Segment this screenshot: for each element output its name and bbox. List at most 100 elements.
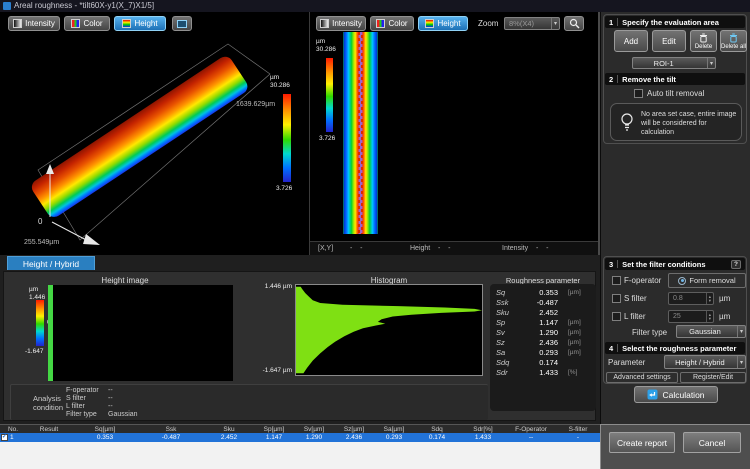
delete-all-button[interactable]: Delete all: [720, 30, 747, 52]
trash-icon: [699, 33, 708, 43]
tab-height-hybrid[interactable]: Height / Hybrid: [7, 256, 95, 270]
display-mode-button[interactable]: [172, 16, 192, 31]
filter-type-select[interactable]: Gaussian ▾: [676, 325, 746, 338]
chevron-down-icon: ▾: [737, 356, 745, 368]
analysis-condition-label: Analysis condition: [33, 394, 63, 412]
auto-tilt-checkbox[interactable]: [634, 89, 643, 98]
magnifier-button[interactable]: [564, 16, 584, 31]
spinner-arrows[interactable]: ▴▾: [706, 311, 713, 322]
viewport-3d: 0 1639.629µm 255.549µm Intensity Color H…: [0, 12, 310, 255]
origin-label: 0: [38, 217, 43, 226]
l-filter-value[interactable]: 25 ▴▾: [668, 310, 714, 323]
height-button[interactable]: Height: [114, 16, 166, 31]
colorbar-2d-labels: µm 30.286: [316, 38, 336, 54]
form-removal-icon: [678, 277, 686, 285]
analysis-panel-body: Height image µm 1.446 0 -1.647 Histogram…: [3, 271, 596, 421]
condition-row: Filter typeGaussian: [66, 411, 138, 419]
3d-scene: 0: [0, 12, 310, 255]
height-colorbar: [36, 300, 44, 346]
auto-tilt-label: Auto tilt removal: [647, 89, 704, 98]
roughness-row: Sv1.290[µm]: [490, 327, 596, 337]
chevron-down-icon: ▾: [707, 58, 715, 68]
l-filter-unit: µm: [719, 312, 730, 321]
intensity-icon: [13, 19, 22, 28]
chevron-down-icon: ▾: [737, 326, 745, 337]
height-colorbar-min: -1.647: [25, 348, 43, 356]
height-button-2d[interactable]: Height: [418, 16, 468, 31]
table-empty-area: [0, 442, 600, 469]
add-button[interactable]: Add: [614, 30, 648, 52]
form-removal-button[interactable]: Form removal: [668, 273, 746, 288]
filter-section: 3 Set the filter conditions ? F-operator…: [603, 256, 747, 384]
roughness-row: Sdq0.174: [490, 357, 596, 367]
color-button-2d[interactable]: Color: [370, 16, 414, 31]
zoom-label: Zoom: [478, 19, 498, 28]
colorbar-3d-min: 3.726: [276, 185, 292, 193]
color-icon: [376, 19, 385, 28]
register-edit-button[interactable]: Register/Edit: [680, 372, 746, 383]
histogram-shape: [296, 285, 482, 375]
roughness-row: Sku2.452: [490, 307, 596, 317]
colorbar-3d-labels: µm 30.286: [270, 74, 290, 90]
colorbar-2d-min: 3.726: [319, 135, 335, 143]
trash-all-icon: [729, 33, 738, 43]
magnifier-icon: [569, 18, 580, 29]
window-title: Areal roughness - *tilt60X-y1(X_7)X1/5]: [14, 0, 154, 12]
height-icon: [425, 19, 434, 28]
delete-button[interactable]: Delete: [690, 30, 717, 52]
s-filter-checkbox[interactable]: [612, 294, 621, 303]
filter-type-label: Filter type: [632, 328, 667, 337]
height-map-image: [343, 32, 378, 234]
3d-rod: [29, 54, 251, 220]
row-no-cell: ✓ 1: [0, 433, 26, 442]
advanced-settings-button[interactable]: Advanced settings: [606, 372, 678, 383]
roughness-row: Ssk-0.487: [490, 297, 596, 307]
section2-header: 2 Remove the tilt: [605, 73, 745, 85]
help-button[interactable]: ?: [731, 260, 741, 269]
table-row[interactable]: ✓ 1 0.353 -0.487 2.452 1.147 1.290 2.436…: [0, 433, 600, 442]
s-filter-unit: µm: [719, 294, 730, 303]
height-icon: [122, 19, 131, 28]
cancel-button[interactable]: Cancel: [683, 432, 741, 453]
info-box: No area set case, entire image will be c…: [610, 103, 742, 141]
section4-header: 4 Select the roughness parameter: [605, 342, 745, 354]
roughness-row: Sz2.436[µm]: [490, 337, 596, 347]
height-map-left-dots: [358, 32, 360, 234]
calculation-icon: [647, 389, 658, 400]
roi-select[interactable]: ROI-1 ▾: [632, 57, 716, 69]
condition-row: L filter--: [66, 403, 113, 411]
lightbulb-icon: [620, 112, 634, 134]
height-status-label: Height: [410, 245, 430, 252]
viewport-2d: Intensity Color Height Zoom 8%(X4) ▾ µm …: [310, 12, 600, 255]
histogram-max-label: 1.446 µm: [246, 283, 292, 291]
condition-row: F-operator--: [66, 387, 113, 395]
zoom-select[interactable]: 8%(X4) ▾: [504, 17, 560, 30]
roughness-parameter-panel: Sq0.353[µm] Ssk-0.487 Sku2.452 Sp1.147[µ…: [490, 284, 596, 411]
xy-status-label: [X,Y]: [318, 245, 333, 252]
roughness-row: Sp1.147[µm]: [490, 317, 596, 327]
roughness-row: Sa0.293[µm]: [490, 347, 596, 357]
row-checkbox[interactable]: ✓: [1, 434, 8, 441]
color-button[interactable]: Color: [64, 16, 110, 31]
l-filter-checkbox[interactable]: [612, 312, 621, 321]
create-report-button[interactable]: Create report: [609, 432, 675, 453]
height-status-value: - -: [438, 245, 450, 252]
parameter-select[interactable]: Height / Hybrid ▾: [664, 355, 746, 369]
roughness-row: Sq0.353[µm]: [490, 287, 596, 297]
intensity-button-2d[interactable]: Intensity: [316, 16, 366, 31]
height-map-right-dots: [361, 32, 363, 234]
s-filter-label: S filter: [624, 294, 647, 303]
f-operator-label: F-operator: [624, 276, 661, 285]
calculation-button[interactable]: Calculation: [634, 386, 718, 403]
3d-display-icon: [177, 20, 187, 28]
intensity-button[interactable]: Intensity: [8, 16, 60, 31]
f-operator-checkbox[interactable]: [612, 276, 621, 285]
analysis-panel: Height / Hybrid Height image µm 1.446 0 …: [0, 255, 600, 424]
colorbar-3d: [283, 94, 291, 182]
s-filter-value[interactable]: 0.8 ▴▾: [668, 292, 714, 305]
app-icon: [3, 2, 11, 10]
condition-row: S filter--: [66, 395, 113, 403]
spinner-arrows[interactable]: ▴▾: [706, 293, 713, 304]
height-image-stripe: [48, 285, 53, 381]
edit-button[interactable]: Edit: [652, 30, 686, 52]
